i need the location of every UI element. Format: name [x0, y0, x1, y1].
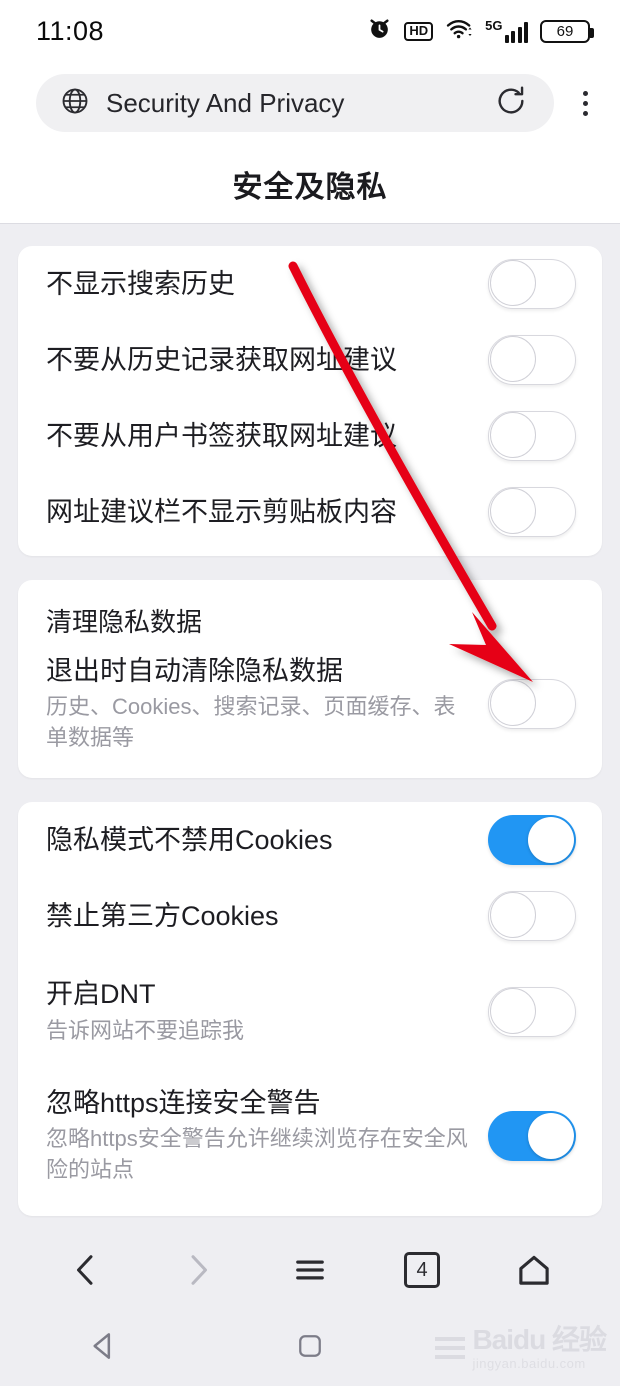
system-home-slot[interactable]: [207, 1328, 414, 1369]
setting-row-block-third-party-cookies[interactable]: 禁止第三方Cookies: [18, 878, 602, 954]
globe-icon: [60, 86, 90, 121]
tab-count-badge: 4: [404, 1252, 440, 1288]
setting-row-no-clipboard-in-urlbar[interactable]: 网址建议栏不显示剪贴板内容: [18, 474, 602, 550]
row-text: 开启DNT 告诉网站不要追踪我: [46, 977, 488, 1046]
battery-icon: 69: [540, 19, 594, 43]
row-title: 禁止第三方Cookies: [46, 900, 279, 931]
alarm-icon: [367, 16, 392, 46]
page-header: 安全及隐私: [0, 144, 620, 224]
toggle-auto-clear-on-exit[interactable]: [488, 678, 576, 729]
signal-bars: [504, 22, 528, 43]
status-bar: 11:08 HD 5G 69: [0, 0, 620, 62]
row-text: 忽略https连接安全警告 忽略https安全警告允许继续浏览存在安全风险的站点: [46, 1086, 488, 1186]
row-title: 开启DNT: [46, 979, 156, 1010]
row-text: 网址建议栏不显示剪贴板内容: [46, 495, 488, 530]
signal-icon: 5G: [485, 19, 528, 43]
row-text: 禁止第三方Cookies: [46, 899, 488, 934]
system-home-icon[interactable]: [292, 1328, 328, 1369]
row-title: 隐私模式不禁用Cookies: [46, 824, 333, 855]
row-subtitle: 忽略https安全警告允许继续浏览存在安全风险的站点: [46, 1126, 468, 1183]
row-text: 不要从历史记录获取网址建议: [46, 343, 488, 378]
toggle-private-mode-cookies[interactable]: [488, 814, 576, 865]
toggle-no-bookmark-url-suggest[interactable]: [488, 411, 576, 461]
row-title: 不要从历史记录获取网址建议: [46, 344, 397, 375]
battery-level: 69: [556, 22, 574, 40]
row-text: 退出时自动清除隐私数据 历史、Cookies、搜索记录、页面缓存、表单数据等: [46, 654, 488, 754]
row-subtitle: 历史、Cookies、搜索记录、页面缓存、表单数据等: [46, 694, 456, 751]
network-type-label: 5G: [485, 18, 503, 33]
row-title: 忽略https连接安全警告: [46, 1087, 321, 1118]
setting-row-ignore-https-warning[interactable]: 忽略https连接安全警告 忽略https安全警告允许继续浏览存在安全风险的站点: [18, 1080, 602, 1210]
back-button[interactable]: [49, 1239, 123, 1301]
settings-list: 不显示搜索历史 不要从历史记录获取网址建议 不要从用户书签获取网址建议 网址建议…: [0, 224, 620, 1216]
setting-row-no-history-url-suggest[interactable]: 不要从历史记录获取网址建议: [18, 322, 602, 398]
more-vertical-icon[interactable]: [568, 90, 602, 116]
row-title: 不要从用户书签获取网址建议: [46, 420, 397, 451]
toggle-enable-dnt[interactable]: [488, 986, 576, 1037]
toggle-block-third-party-cookies[interactable]: [488, 890, 576, 941]
browser-bottom-nav: 4: [0, 1230, 620, 1310]
row-text: 不显示搜索历史: [46, 267, 488, 302]
cookies-and-security-card: 隐私模式不禁用Cookies 禁止第三方Cookies 开启DNT 告诉网站不要…: [18, 801, 602, 1216]
group-title-clear-privacy-data: 清理隐私数据: [46, 607, 203, 637]
hd-icon: HD: [404, 21, 434, 41]
toggle-no-clipboard-in-urlbar[interactable]: [488, 487, 576, 537]
setting-row-auto-clear-on-exit[interactable]: 退出时自动清除隐私数据 历史、Cookies、搜索记录、页面缓存、表单数据等: [18, 646, 602, 772]
clear-privacy-data-card: 清理隐私数据 退出时自动清除隐私数据 历史、Cookies、搜索记录、页面缓存、…: [18, 580, 602, 778]
toggle-no-search-history[interactable]: [488, 259, 576, 309]
system-navigation-bar: [0, 1310, 620, 1386]
system-back-icon[interactable]: [83, 1326, 123, 1371]
row-subtitle: 告诉网站不要追踪我: [46, 1017, 245, 1043]
setting-row-no-bookmark-url-suggest[interactable]: 不要从用户书签获取网址建议: [18, 398, 602, 474]
search-suggestion-card: 不显示搜索历史 不要从历史记录获取网址建议 不要从用户书签获取网址建议 网址建议…: [18, 246, 602, 556]
row-text: 隐私模式不禁用Cookies: [46, 823, 488, 858]
url-title: Security And Privacy: [106, 87, 345, 118]
toggle-no-history-url-suggest[interactable]: [488, 335, 576, 385]
status-time: 11:08: [36, 15, 105, 46]
menu-button[interactable]: [273, 1239, 347, 1301]
tabs-button[interactable]: 4: [385, 1239, 459, 1301]
toggle-ignore-https-warning[interactable]: [488, 1110, 576, 1161]
page-title: 安全及隐私: [232, 170, 388, 204]
wifi-icon: [445, 17, 473, 46]
reload-icon[interactable]: [494, 84, 528, 123]
setting-row-enable-dnt[interactable]: 开启DNT 告诉网站不要追踪我: [18, 954, 602, 1080]
row-title: 退出时自动清除隐私数据: [46, 655, 343, 686]
system-back-slot[interactable]: [0, 1326, 207, 1371]
status-icon-group: HD 5G 69: [367, 16, 594, 46]
row-title: 网址建议栏不显示剪贴板内容: [46, 496, 397, 527]
row-text: 不要从用户书签获取网址建议: [46, 419, 488, 454]
row-title: 不显示搜索历史: [46, 268, 235, 299]
url-bar[interactable]: Security And Privacy: [36, 74, 554, 132]
setting-row-no-search-history[interactable]: 不显示搜索历史: [18, 246, 602, 322]
home-button[interactable]: [497, 1239, 571, 1301]
setting-row-private-mode-cookies[interactable]: 隐私模式不禁用Cookies: [18, 802, 602, 878]
forward-button: [161, 1239, 235, 1301]
browser-toolbar: Security And Privacy: [0, 62, 620, 144]
